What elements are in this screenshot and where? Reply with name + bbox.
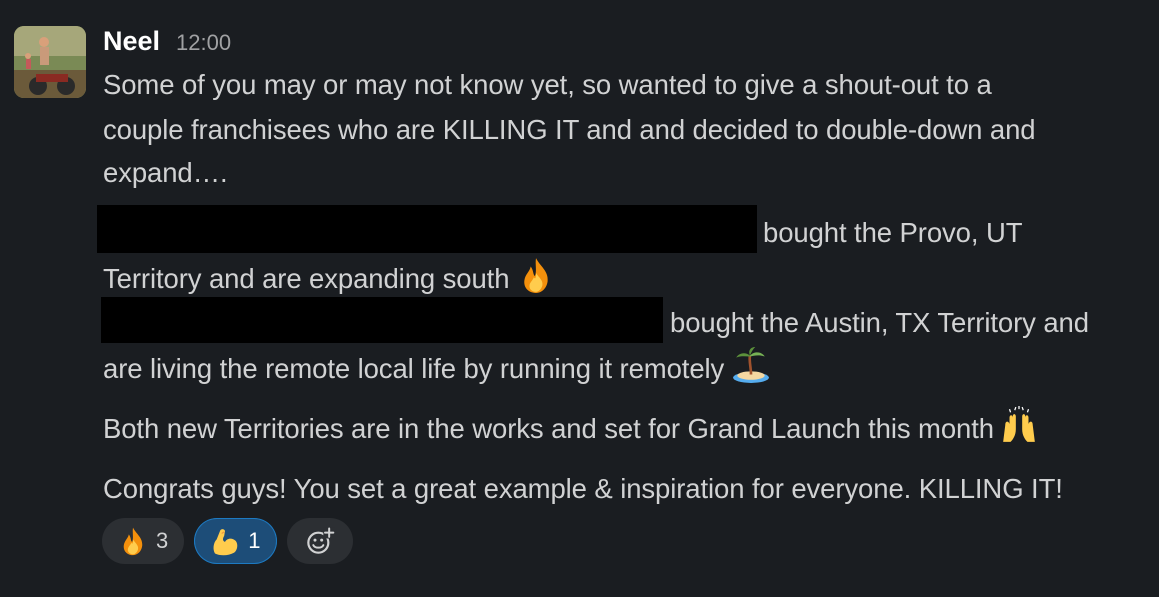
desert-island-icon [733,347,770,383]
message-line-1: Some of you may or may not know yet, so … [103,69,992,100]
flexed-biceps-icon [213,529,238,556]
author-name[interactable]: Neel [103,24,160,58]
message-line-6: bought the Austin, TX Territory and [670,307,1089,338]
avatar[interactable] [14,26,86,98]
message-header: Neel 12:00 [103,24,231,60]
timestamp[interactable]: 12:00 [176,26,231,60]
message-line-9: Congrats guys! You set a great example &… [103,473,1063,504]
reaction-flexed-biceps[interactable]: 1 [194,518,277,564]
message-line-3: expand…. [103,157,228,188]
redacted-block [97,205,757,253]
message-line-7: are living the remote local life by runn… [103,353,725,384]
add-reaction-button[interactable] [286,518,353,564]
redacted-block [101,297,663,343]
message-line-8: Both new Territories are in the works an… [103,413,994,444]
message: Neel 12:00 Some of you may or may not kn… [0,0,1159,597]
fire-icon [123,527,143,556]
message-line-5: Territory and are expanding south [103,263,510,294]
reaction-fire[interactable]: 3 [102,518,185,564]
reaction-count: 1 [248,528,261,553]
message-line-5-wrap: Territory and are expanding south [103,256,555,301]
fire-icon [524,258,549,293]
raised-hands-icon [1003,406,1035,442]
avatar-photo [14,26,86,98]
reaction-count: 3 [156,528,169,553]
message-line-7-wrap: are living the remote local life by runn… [103,346,770,391]
reaction-bar: 3 1 [102,518,353,564]
message-line-2: couple franchisees who are KILLING IT an… [103,114,1036,145]
add-reaction-icon [306,527,335,554]
message-line-8-wrap: Both new Territories are in the works an… [103,406,1038,451]
message-line-4: bought the Provo, UT [763,217,1023,248]
